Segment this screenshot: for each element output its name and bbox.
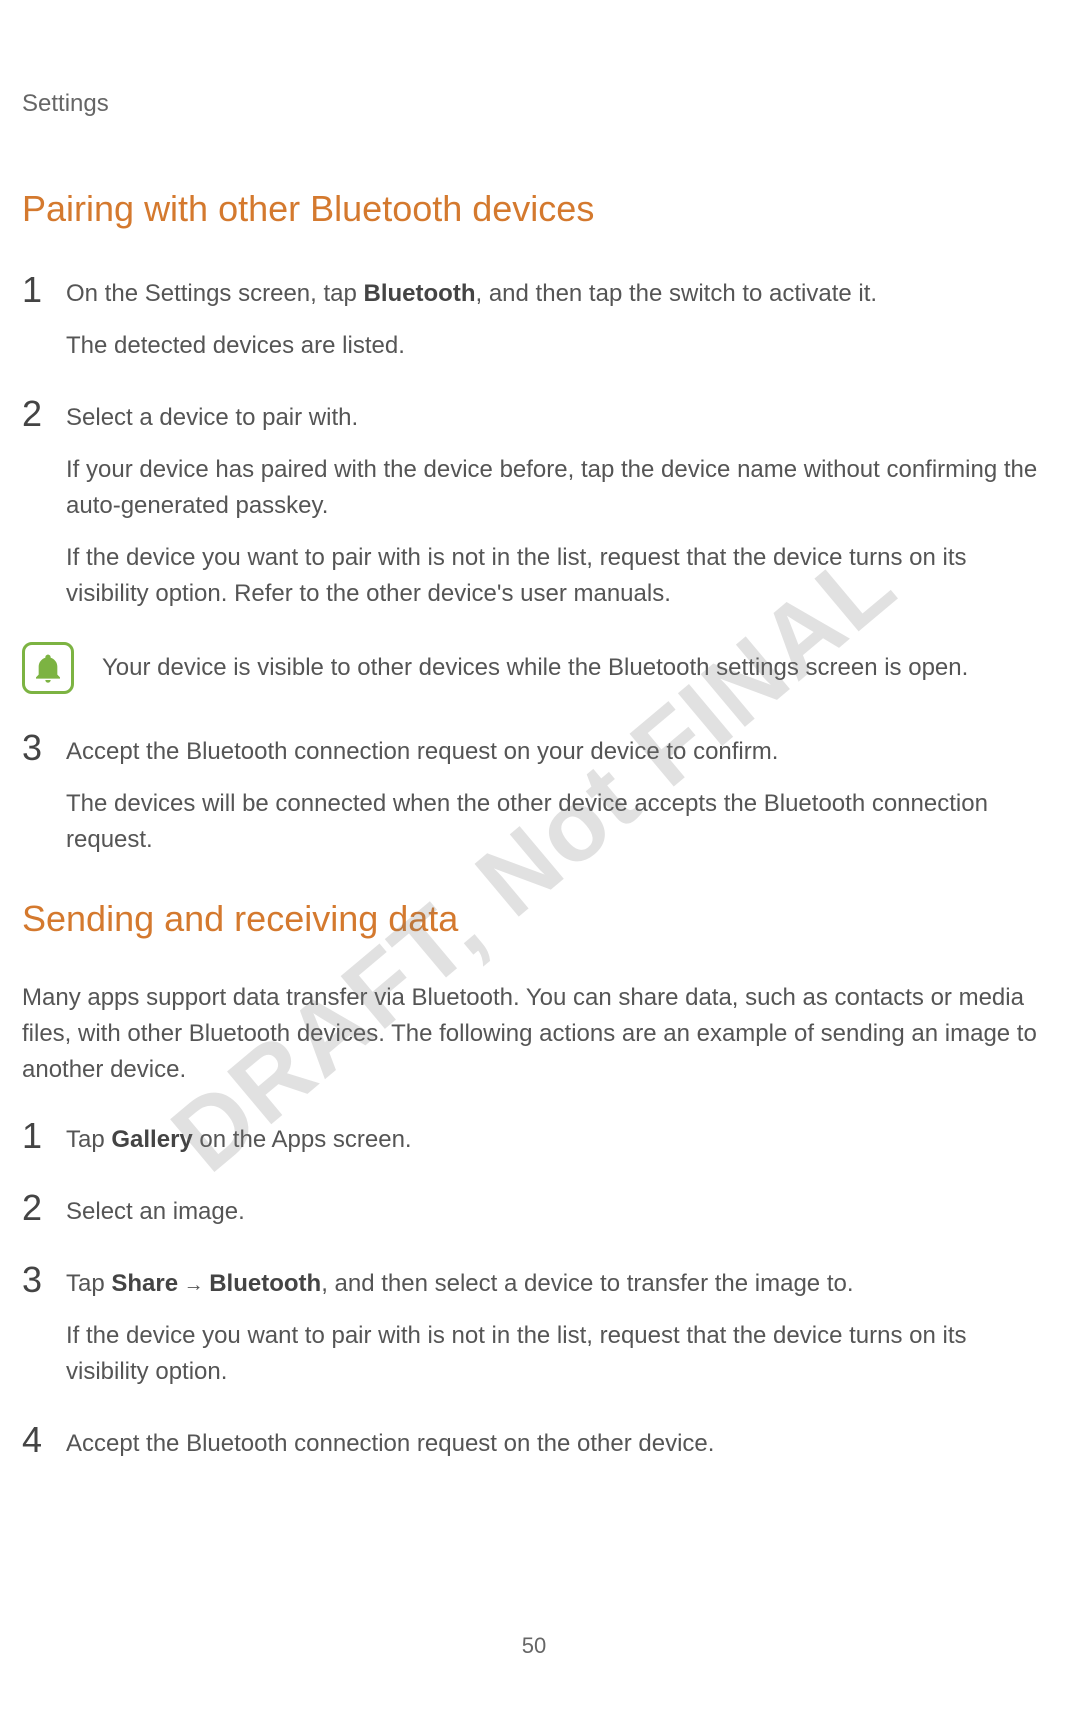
section-heading-pairing: Pairing with other Bluetooth devices [22, 188, 1046, 230]
step-item: 4 Accept the Bluetooth connection reques… [22, 1420, 1046, 1462]
step-content: Accept the Bluetooth connection request … [66, 728, 1046, 858]
text-span: on the Apps screen. [193, 1126, 412, 1153]
step-text: The detected devices are listed. [66, 328, 1046, 364]
arrow-icon: → [178, 1274, 209, 1296]
step-text: The devices will be connected when the o… [66, 786, 1046, 858]
step-number: 2 [22, 394, 66, 434]
step-number: 1 [22, 1116, 66, 1156]
step-content: On the Settings screen, tap Bluetooth, a… [66, 270, 1046, 364]
step-content: Tap Share → Bluetooth, and then select a… [66, 1260, 1046, 1390]
step-number: 2 [22, 1188, 66, 1228]
step-list-1: 1 On the Settings screen, tap Bluetooth,… [22, 270, 1046, 612]
text-span: Tap [66, 1126, 111, 1153]
step-item: 3 Accept the Bluetooth connection reques… [22, 728, 1046, 858]
step-number: 3 [22, 1260, 66, 1300]
bold-text: Gallery [111, 1126, 192, 1153]
step-text: Select a device to pair with. [66, 400, 1046, 436]
page-header: Settings [22, 90, 1046, 118]
step-content: Select a device to pair with. If your de… [66, 394, 1046, 612]
step-item: 3 Tap Share → Bluetooth, and then select… [22, 1260, 1046, 1390]
step-item: 2 Select a device to pair with. If your … [22, 394, 1046, 612]
bold-text: Bluetooth [364, 280, 476, 307]
step-number: 3 [22, 728, 66, 768]
step-number: 4 [22, 1420, 66, 1460]
text-span: Tap [66, 1270, 111, 1297]
step-content: Accept the Bluetooth connection request … [66, 1420, 1046, 1462]
note-box: Your device is visible to other devices … [22, 642, 1046, 694]
bold-text: Bluetooth [209, 1270, 321, 1297]
bell-icon [22, 642, 74, 694]
step-text: Select an image. [66, 1194, 1046, 1230]
step-text: Accept the Bluetooth connection request … [66, 734, 1046, 770]
step-item: 2 Select an image. [22, 1188, 1046, 1230]
page-number: 50 [522, 1633, 546, 1659]
bold-text: Share [111, 1270, 178, 1297]
step-content: Select an image. [66, 1188, 1046, 1230]
step-text: If your device has paired with the devic… [66, 452, 1046, 524]
text-span: On the Settings screen, tap [66, 280, 364, 307]
step-text: Accept the Bluetooth connection request … [66, 1426, 1046, 1462]
step-item: 1 On the Settings screen, tap Bluetooth,… [22, 270, 1046, 364]
step-text: Tap Gallery on the Apps screen. [66, 1122, 1046, 1158]
page-container: Settings Pairing with other Bluetooth de… [0, 0, 1068, 1719]
step-list-1b: 3 Accept the Bluetooth connection reques… [22, 728, 1046, 858]
step-text: If the device you want to pair with is n… [66, 1318, 1046, 1390]
text-span: , and then select a device to transfer t… [321, 1270, 853, 1297]
step-number: 1 [22, 270, 66, 310]
section-intro: Many apps support data transfer via Blue… [22, 980, 1046, 1088]
note-text: Your device is visible to other devices … [102, 650, 968, 686]
step-text: Tap Share → Bluetooth, and then select a… [66, 1266, 1046, 1302]
text-span: , and then tap the switch to activate it… [476, 280, 878, 307]
section-heading-sending: Sending and receiving data [22, 898, 1046, 940]
step-text: On the Settings screen, tap Bluetooth, a… [66, 276, 1046, 312]
step-list-2: 1 Tap Gallery on the Apps screen. 2 Sele… [22, 1116, 1046, 1462]
watermark-text: DRAFT, Not FINAL [151, 525, 917, 1194]
step-item: 1 Tap Gallery on the Apps screen. [22, 1116, 1046, 1158]
step-text: If the device you want to pair with is n… [66, 540, 1046, 612]
step-content: Tap Gallery on the Apps screen. [66, 1116, 1046, 1158]
